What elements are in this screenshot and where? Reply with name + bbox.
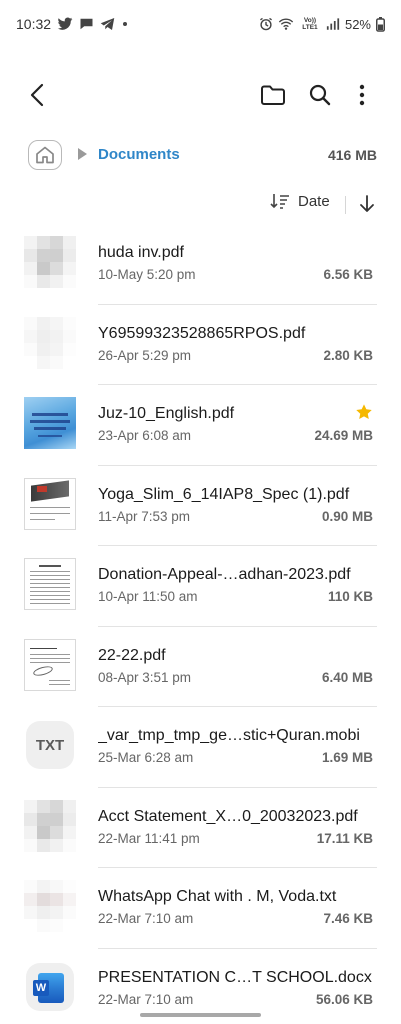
more-options-button[interactable] xyxy=(347,80,377,110)
word-doc-icon: W xyxy=(26,962,74,1011)
file-thumbnail xyxy=(24,638,76,691)
telegram-icon xyxy=(100,17,115,31)
file-date: 11-Apr 7:53 pm xyxy=(98,508,191,524)
file-name: 22-22.pdf xyxy=(98,646,166,664)
file-list-item[interactable]: Yoga_Slim_6_14IAP8_Spec (1).pdf 11-Apr 7:… xyxy=(0,466,401,546)
gesture-navigation-bar[interactable] xyxy=(140,1013,261,1017)
home-button[interactable] xyxy=(28,140,62,170)
file-size: 6.56 KB xyxy=(323,267,373,282)
battery-icon xyxy=(376,16,385,32)
file-name: WhatsApp Chat with . M, Voda.txt xyxy=(98,888,337,905)
sort-direction-button[interactable] xyxy=(356,192,378,216)
file-date: 26-Apr 5:29 pm xyxy=(98,347,192,363)
file-name: Juz-10_English.pdf xyxy=(98,405,235,422)
toolbar xyxy=(0,70,401,120)
file-thumbnail: TXT xyxy=(24,719,76,771)
file-thumbnail xyxy=(24,558,76,610)
chat-icon xyxy=(79,17,94,31)
sort-label: Date xyxy=(298,192,330,210)
file-date: 10-May 5:20 pm xyxy=(98,267,196,282)
file-list-item[interactable]: WhatsApp Chat with . M, Voda.txt 22-Mar 7… xyxy=(0,868,401,949)
battery-percent: 52% xyxy=(344,16,371,32)
more-vertical-icon xyxy=(359,84,365,106)
file-list-item[interactable]: TXT _var_tmp_tmp_ge…stic+Quran.mobi 25-Mar… xyxy=(0,707,401,788)
search-button[interactable] xyxy=(305,80,335,110)
file-list-item[interactable]: Donation-Appeal-…adhan-2023.pdf 10-Apr 11… xyxy=(0,546,401,627)
sort-divider xyxy=(345,196,346,214)
file-thumbnail xyxy=(24,236,76,288)
file-thumbnail xyxy=(24,799,76,852)
alarm-icon xyxy=(259,17,273,31)
file-name: Acct Statement_X…0_20032023.pdf xyxy=(98,807,358,825)
file-date: 22-Mar 11:41 pm xyxy=(98,830,200,846)
file-date: 22-Mar 7:10 am xyxy=(98,911,194,926)
file-name: Y69599323528865RPOS.pdf xyxy=(98,324,306,342)
new-folder-button[interactable] xyxy=(258,80,288,110)
breadcrumb: Documents 416 MB xyxy=(0,136,401,176)
home-icon xyxy=(36,146,54,164)
file-size: 2.80 KB xyxy=(323,347,373,363)
file-size: 17.11 KB xyxy=(316,830,373,846)
status-time: 10:32 xyxy=(16,16,52,32)
file-list-item[interactable]: Juz-10_English.pdf 23-Apr 6:08 am 24.69 MB xyxy=(0,385,401,466)
sort-icon xyxy=(270,194,289,209)
file-size: 110 KB xyxy=(327,589,373,604)
txt-file-icon: TXT xyxy=(26,721,74,769)
file-name: huda inv.pdf xyxy=(98,244,184,261)
status-bar: 10:32 Vo)) LTE1 52% xyxy=(0,0,401,48)
notification-dot-icon xyxy=(123,22,128,26)
file-name: PRESENTATION C…T SCHOOL.docx xyxy=(98,968,372,986)
file-name: _var_tmp_tmp_ge…stic+Quran.mobi xyxy=(98,727,360,744)
file-list-item[interactable]: huda inv.pdf 10-May 5:20 pm 6.56 KB xyxy=(0,224,401,305)
file-date: 22-Mar 7:10 am xyxy=(98,991,194,1007)
file-size: 24.69 MB xyxy=(314,428,373,443)
file-size: 6.40 MB xyxy=(321,669,373,685)
file-date: 25-Mar 6:28 am xyxy=(98,750,194,765)
file-size: 7.46 KB xyxy=(323,911,373,926)
sort-by-button[interactable]: Date xyxy=(270,192,330,210)
file-date: 23-Apr 6:08 am xyxy=(98,428,192,443)
sort-bar: Date xyxy=(0,190,401,220)
file-list-item[interactable]: Acct Statement_X…0_20032023.pdf 22-Mar 11… xyxy=(0,788,401,868)
file-thumbnail xyxy=(24,880,76,932)
folder-icon xyxy=(261,85,285,105)
folder-size: 416 MB xyxy=(327,147,377,163)
file-name: Yoga_Slim_6_14IAP8_Spec (1).pdf xyxy=(98,485,350,503)
file-thumbnail xyxy=(24,316,76,369)
file-name: Donation-Appeal-…adhan-2023.pdf xyxy=(98,566,351,583)
twitter-icon xyxy=(57,17,73,31)
file-list: huda inv.pdf 10-May 5:20 pm 6.56 KB Y695993… xyxy=(0,224,401,1024)
file-thumbnail xyxy=(24,397,76,449)
breadcrumb-current-folder[interactable]: Documents xyxy=(98,146,180,163)
file-list-item[interactable]: Y69599323528865RPOS.pdf 26-Apr 5:29 pm 2.8… xyxy=(0,305,401,385)
wifi-icon xyxy=(278,17,294,31)
file-date: 10-Apr 11:50 am xyxy=(98,589,198,604)
file-size: 56.06 KB xyxy=(315,991,373,1007)
search-icon xyxy=(309,84,331,106)
file-size: 0.90 MB xyxy=(321,508,373,524)
back-arrow-icon xyxy=(30,83,44,107)
star-icon[interactable] xyxy=(355,403,373,421)
back-button[interactable] xyxy=(22,80,52,110)
file-size: 1.69 MB xyxy=(321,750,373,765)
file-thumbnail: W xyxy=(24,961,76,1013)
path-separator-icon xyxy=(78,148,87,160)
file-thumbnail xyxy=(24,477,76,530)
file-date: 08-Apr 3:51 pm xyxy=(98,669,192,685)
network-label: Vo)) LTE1 xyxy=(302,17,318,31)
file-list-item[interactable]: 22-22.pdf 08-Apr 3:51 pm 6.40 MB xyxy=(0,627,401,707)
arrow-down-icon xyxy=(360,195,374,212)
signal-icon xyxy=(326,17,340,31)
